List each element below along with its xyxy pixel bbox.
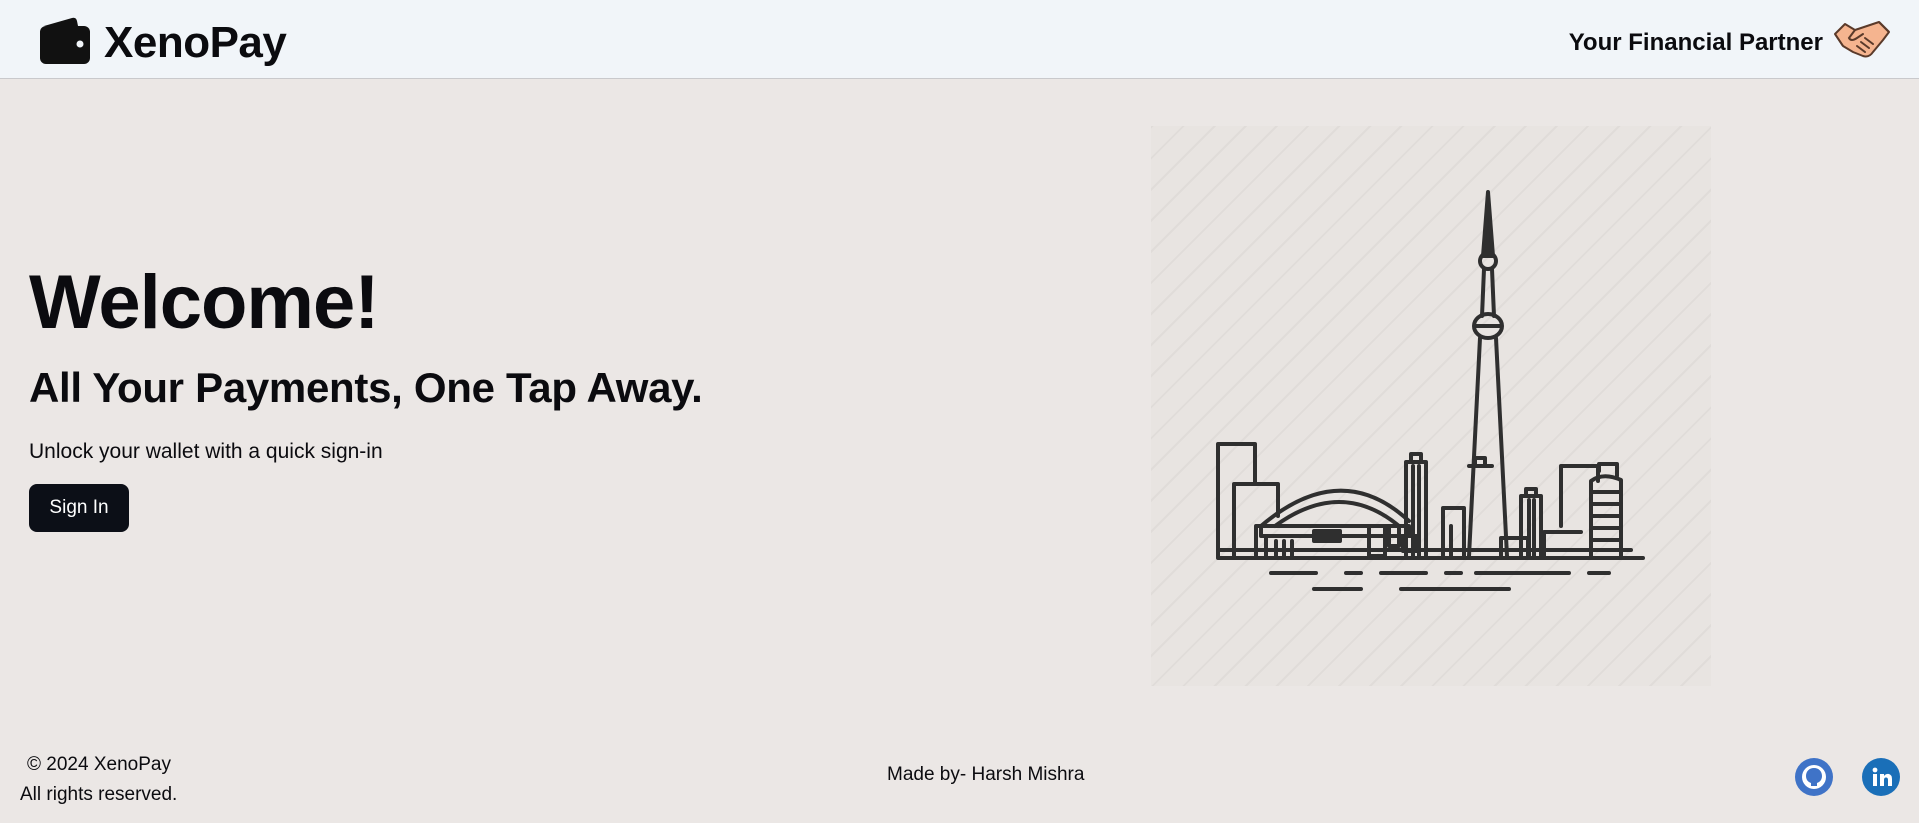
hero-description: Unlock your wallet with a quick sign-in [29, 440, 383, 463]
copyright-text: © 2024 XenoPay [27, 754, 171, 775]
tagline: Your Financial Partner [1569, 18, 1891, 67]
brand[interactable]: XenoPay [38, 14, 287, 71]
brand-name: XenoPay [104, 17, 287, 67]
wallet-icon [38, 14, 90, 71]
linkedin-link[interactable] [1862, 758, 1900, 796]
hero-subtitle: All Your Payments, One Tap Away. [29, 364, 703, 411]
hero-title: Welcome! [29, 260, 380, 345]
handshake-icon [1833, 18, 1891, 67]
footer-copyright: © 2024 XenoPay All rights reserved. [20, 750, 177, 810]
top-header: XenoPay Your Financial Partner [0, 0, 1919, 79]
github-link[interactable] [1795, 758, 1833, 796]
sign-in-button[interactable]: Sign In [29, 484, 129, 532]
footer-credit: Made by- Harsh Mishra [887, 764, 1085, 785]
hero-section: Welcome! All Your Payments, One Tap Away… [29, 258, 703, 532]
tagline-text: Your Financial Partner [1568, 28, 1823, 56]
rights-text: All rights reserved. [20, 784, 178, 805]
city-skyline-illustration [1151, 126, 1711, 686]
